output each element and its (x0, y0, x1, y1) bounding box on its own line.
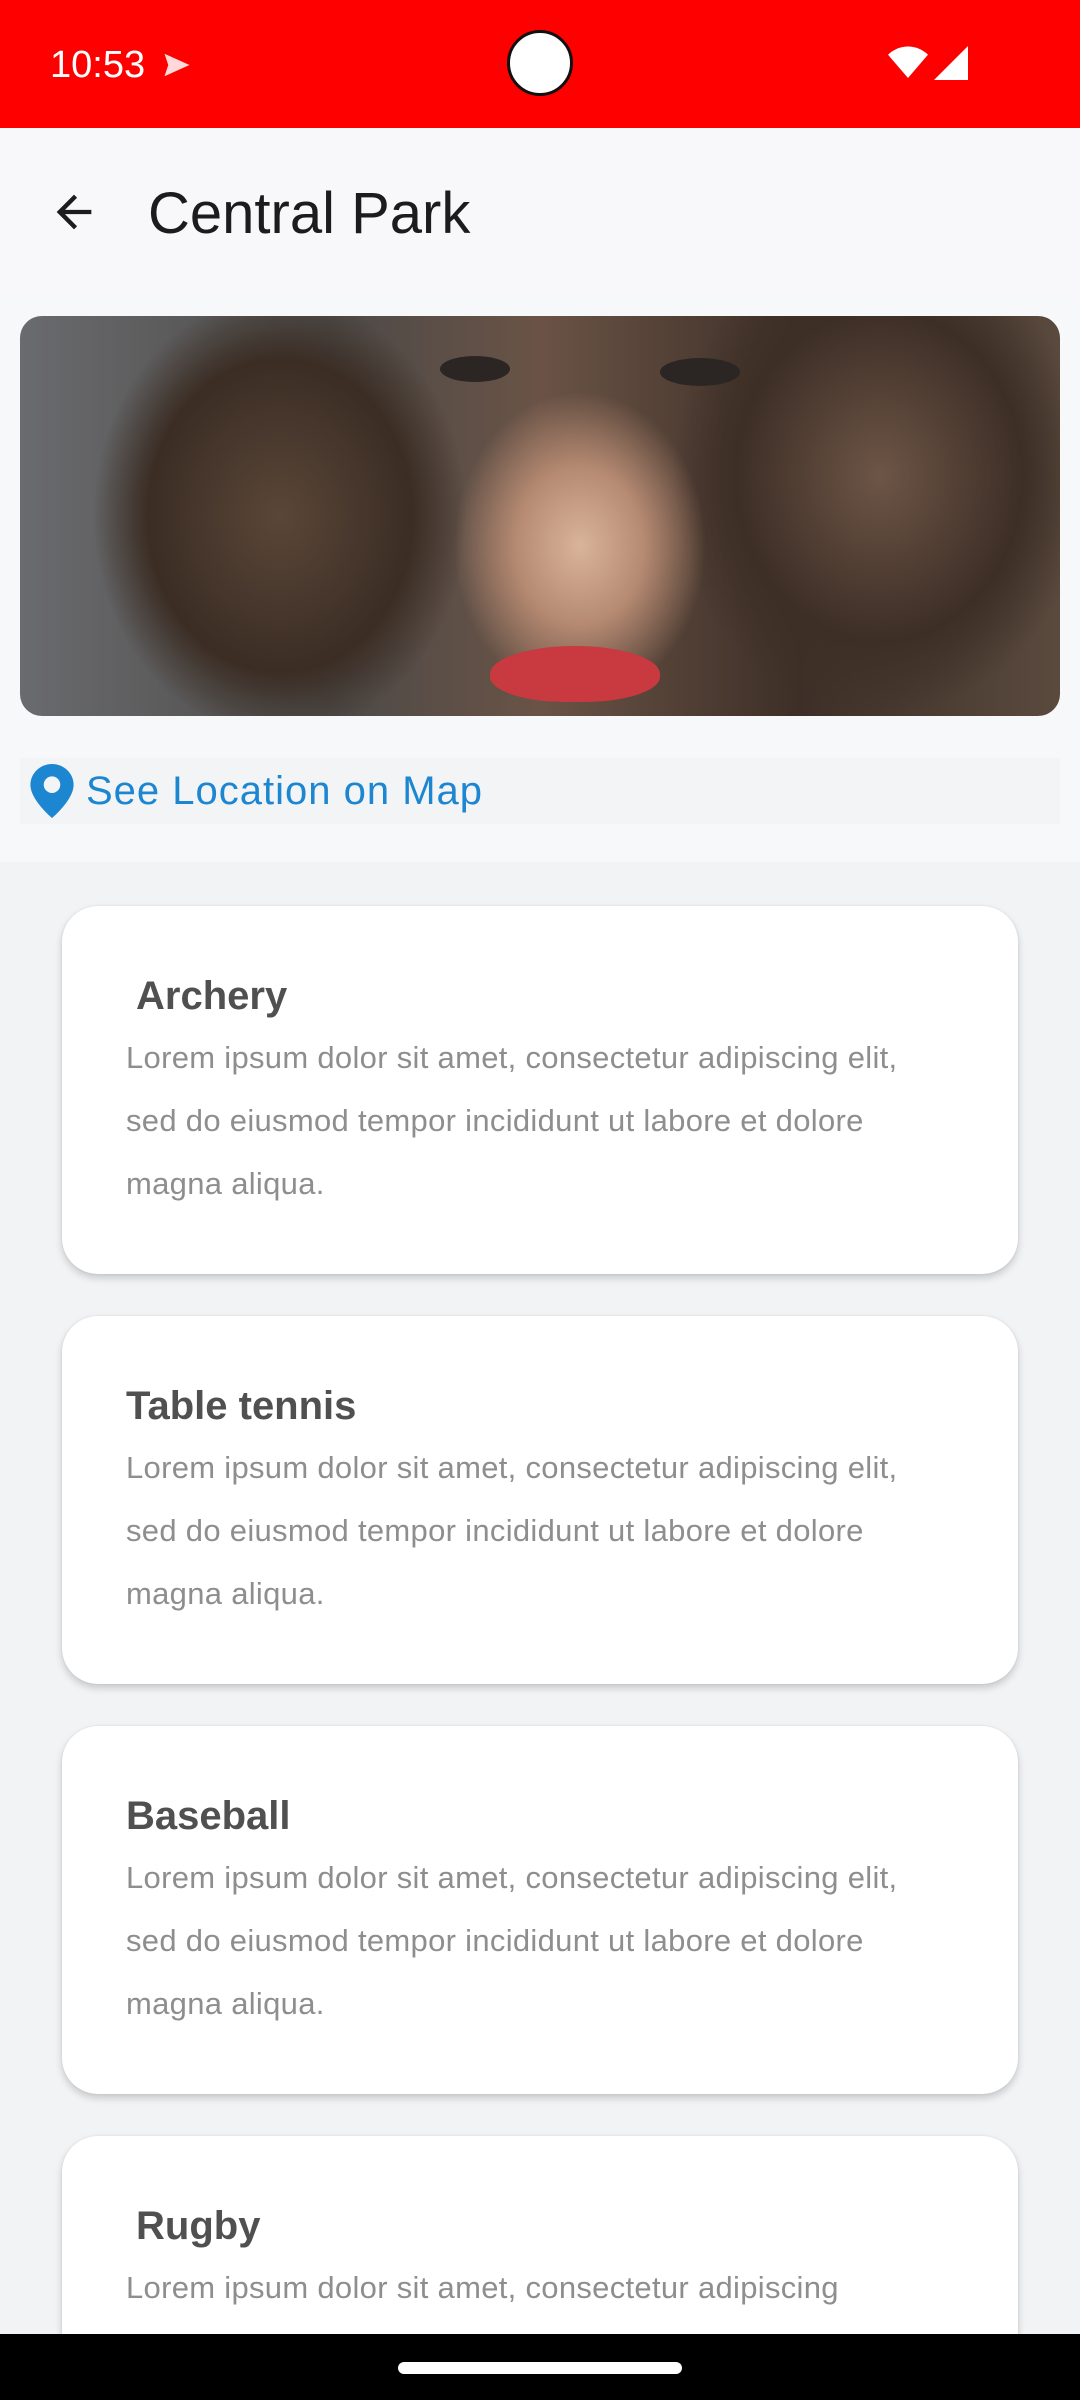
camera-cutout (507, 30, 573, 96)
status-bar: 10:53 (0, 0, 1080, 128)
send-icon (164, 53, 190, 77)
see-location-label: See Location on Map (86, 768, 484, 813)
hero-image-detail (490, 646, 660, 702)
activity-description: Lorem ipsum dolor sit amet, consectetur … (126, 1450, 898, 1611)
hero-image-detail (440, 356, 510, 382)
hero-image (20, 316, 1060, 716)
signal-icon (934, 46, 968, 80)
arrow-back-icon (56, 194, 92, 230)
wifi-icon (888, 46, 928, 78)
page-title: Central Park (148, 181, 471, 246)
activity-title: Baseball (126, 1794, 291, 1838)
navigation-bar (0, 2334, 1080, 2400)
activity-title: Archery (136, 974, 288, 1018)
app-bar: Central Park (0, 128, 1080, 296)
activity-title: Table tennis (126, 1384, 357, 1428)
status-time: 10:53 (50, 44, 146, 86)
activity-description: Lorem ipsum dolor sit amet, consectetur … (126, 1040, 898, 1201)
location-pin-icon (30, 764, 74, 818)
activity-card-table-tennis[interactable]: Table tennis Lorem ipsum dolor sit amet,… (62, 1316, 1018, 1684)
hero-image-detail (660, 358, 740, 386)
activity-description: Lorem ipsum dolor sit amet, consectetur … (126, 1860, 898, 2021)
activity-title: Rugby (136, 2204, 261, 2248)
see-location-link[interactable]: See Location on Map (20, 758, 1060, 824)
activity-card-archery[interactable]: Archery Lorem ipsum dolor sit amet, cons… (62, 906, 1018, 1274)
home-gesture-handle[interactable] (398, 2362, 682, 2374)
back-button[interactable] (40, 178, 108, 246)
activity-card-baseball[interactable]: Baseball Lorem ipsum dolor sit amet, con… (62, 1726, 1018, 2094)
activity-description: Lorem ipsum dolor sit amet, consectetur … (126, 2270, 839, 2305)
activity-list: Archery Lorem ipsum dolor sit amet, cons… (0, 862, 1080, 2400)
